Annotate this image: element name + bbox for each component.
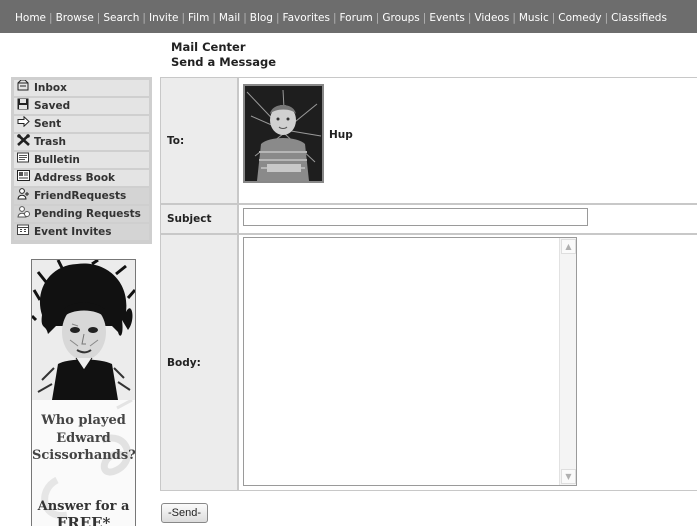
ad-question: Who played Edward Scissorhands? (32, 413, 136, 463)
nav-link-classifieds[interactable]: Classifieds (611, 12, 667, 24)
nav-separator: | (275, 12, 280, 24)
body-cell: ▲ ▼ (239, 235, 697, 490)
page-title: Mail Center Send a Message (171, 40, 276, 70)
nav-separator: | (181, 12, 185, 24)
subject-label: Subject (161, 205, 237, 233)
sidebar-item-address-book[interactable]: Address Book (14, 170, 149, 186)
send-button[interactable]: -Send- (161, 503, 208, 523)
advertisement-banner[interactable]: Who played Edward Scissorhands? Answer f… (31, 259, 136, 526)
trash-icon (16, 133, 30, 151)
top-navigation-bar: Home | Browse | Search | Invite | Film | Mail | Blog… (0, 0, 697, 33)
sidebar-item-friend-requests[interactable]: FriendRequests (14, 187, 149, 205)
sidebar-item-label: Event Invites (34, 226, 112, 238)
recipient-cell: Hup (239, 78, 697, 203)
nav-link-music[interactable]: Music (519, 12, 549, 24)
sidebar-item-label: FriendRequests (34, 190, 127, 202)
sidebar-item-bulletin[interactable]: Bulletin (14, 152, 149, 168)
subject-cell (239, 205, 697, 233)
sidebar-item-pending-requests[interactable]: Pending Requests (14, 205, 149, 223)
mail-sidebar: Inbox Saved Sent Trash Bulletin Address … (11, 77, 152, 244)
sidebar-item-label: Inbox (34, 82, 67, 94)
nav-link-forum[interactable]: Forum (340, 12, 373, 24)
message-body-textarea[interactable] (244, 238, 560, 485)
subject-input[interactable] (243, 208, 588, 226)
nav-link-groups[interactable]: Groups (382, 12, 419, 24)
mail-center-heading: Mail Center (171, 40, 246, 54)
sidebar-item-label: Bulletin (34, 154, 80, 166)
sidebar-item-label: Trash (34, 136, 66, 148)
pending-request-icon (16, 205, 30, 223)
nav-separator: | (604, 12, 609, 24)
sidebar-item-label: Sent (34, 118, 62, 130)
ad-answer-line1: Answer for a (37, 499, 130, 514)
nav-separator: | (551, 12, 556, 24)
nav-separator: | (375, 12, 380, 24)
save-icon (16, 98, 30, 115)
nav-separator: | (49, 12, 53, 24)
nav-link-blog[interactable]: Blog (250, 12, 273, 24)
sidebar-item-label: Address Book (34, 172, 116, 184)
nav-links: Home | Browse | Search | Invite | Film | Mail | Blog… (15, 12, 667, 24)
sidebar-item-label: Saved (34, 100, 71, 112)
nav-link-invite[interactable]: Invite (149, 12, 178, 24)
send-message-heading: Send a Message (171, 55, 276, 69)
sidebar-item-sent[interactable]: Sent (14, 115, 149, 132)
body-label: Body: (161, 235, 237, 490)
nav-separator: | (142, 12, 146, 24)
event-invite-icon (16, 224, 30, 240)
ad-answer-line2: FREE* (56, 514, 111, 526)
nav-separator: | (212, 12, 216, 24)
nav-link-comedy[interactable]: Comedy (558, 12, 601, 24)
friend-request-icon (16, 187, 30, 205)
nav-separator: | (467, 12, 472, 24)
arrow-right-icon (16, 115, 30, 132)
sidebar-item-trash[interactable]: Trash (14, 133, 149, 151)
scroll-down-arrow-icon[interactable]: ▼ (561, 469, 576, 484)
compose-form: To: Hup Subject Body: ▲ ▼ (160, 77, 697, 491)
nav-link-mail[interactable]: Mail (219, 12, 240, 24)
recipient-avatar[interactable] (243, 84, 324, 183)
recipient-name[interactable]: Hup (329, 129, 353, 141)
ad-photo (32, 260, 135, 400)
nav-separator: | (96, 12, 101, 24)
nav-separator: | (422, 12, 427, 24)
nav-link-home[interactable]: Home (15, 12, 46, 24)
sidebar-item-event-invites[interactable]: Event Invites (14, 224, 149, 240)
inbox-icon (16, 79, 30, 96)
nav-link-events[interactable]: Events (429, 12, 465, 24)
address-book-icon (16, 170, 30, 186)
bulletin-icon (16, 152, 30, 168)
nav-separator: | (243, 12, 247, 24)
sidebar-item-inbox[interactable]: Inbox (14, 79, 149, 96)
scroll-up-arrow-icon[interactable]: ▲ (561, 239, 576, 254)
sidebar-item-label: Pending Requests (34, 208, 141, 220)
nav-link-search[interactable]: Search (103, 12, 139, 24)
message-body: ▲ ▼ (243, 237, 577, 486)
nav-link-browse[interactable]: Browse (56, 12, 94, 24)
sidebar-item-saved[interactable]: Saved (14, 98, 149, 114)
nav-link-videos[interactable]: Videos (474, 12, 509, 24)
nav-separator: | (512, 12, 516, 24)
textarea-scrollbar[interactable]: ▲ ▼ (559, 238, 576, 485)
nav-link-film[interactable]: Film (188, 12, 209, 24)
to-label: To: (161, 78, 237, 203)
nav-link-favorites[interactable]: Favorites (283, 12, 330, 24)
ad-answer: Answer for a FREE* (32, 498, 135, 526)
nav-separator: | (332, 12, 337, 24)
